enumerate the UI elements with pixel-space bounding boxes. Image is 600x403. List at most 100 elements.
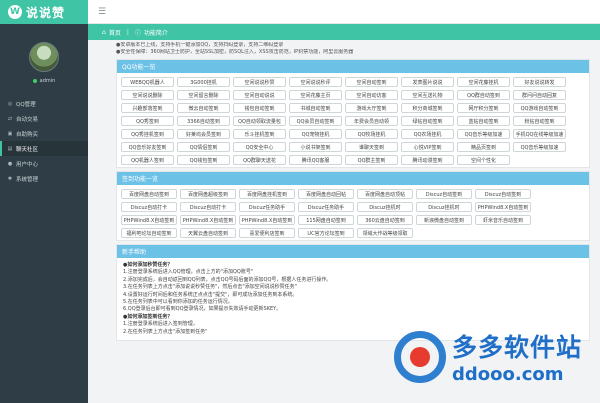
feature-button[interactable]: QQ群自动签到 (457, 90, 510, 100)
feature-button[interactable]: PHPWind8.X自动签到 (239, 215, 295, 225)
feature-button[interactable]: 百度网盘自动顶帖 (357, 189, 413, 199)
feature-button[interactable]: PHPWind8.X自动签到 (180, 215, 236, 225)
qq-feature-list: WEBQQ机器人 3G000挂机 空间说说秒赞 空间说说秒评 空间自动签到 发表图片说说空… (117, 73, 589, 167)
feature-button[interactable]: WEBQQ机器人 (121, 77, 174, 87)
feature-button[interactable]: 手机QQ在线等级加速 (513, 129, 566, 139)
feature-button[interactable]: Discuz挂机时 (416, 202, 472, 212)
feature-button[interactable]: 腾讯QQ客服 (289, 155, 342, 165)
feature-button[interactable]: 空间花藤主页 (289, 90, 342, 100)
sidebar-item-system[interactable]: ✱ 系统管理 (0, 171, 88, 186)
feature-button[interactable]: 好友说说转发 (513, 77, 566, 87)
feature-button[interactable]: QQ机器人签到 (121, 155, 174, 165)
main-content: ●安卓版本已上线，支持手机一键添加QQ，支持扫码登录，支持二维码登录 ●安全性保… (88, 40, 600, 403)
feature-button[interactable]: Discuz自动打卡 (121, 202, 177, 212)
feature-button[interactable]: 3G000挂机 (177, 77, 230, 87)
feature-button[interactable]: QQ秀挂机签到 (121, 129, 174, 139)
feature-button[interactable]: 空间留言删除 (177, 90, 230, 100)
feature-button[interactable]: 书城自动签到 (289, 103, 342, 113)
feature-button[interactable]: QQ钱包签到 (177, 155, 230, 165)
feature-button[interactable]: 兴趣部落签到 (121, 103, 174, 113)
help-panel: 新手帮助 ●如何添加秒赞任务？ 1.注册登录系统后进入QQ管理，点击上方的"添加Q… (116, 244, 590, 342)
feature-button[interactable]: Discuz自动签到 (475, 189, 531, 199)
feature-button[interactable]: PHPWind8.X自动签到 (475, 202, 531, 212)
feature-button[interactable]: 空间花藤挂机 (457, 77, 510, 87)
feature-button[interactable]: QQ安全中心 (233, 142, 286, 152)
feature-button[interactable]: 小说书架签到 (289, 142, 342, 152)
feature-button[interactable]: 百度网盘超级签到 (180, 189, 236, 199)
signin-feature-list: 百度网盘自动签到 百度网盘超级签到 百度网盘挂机签到 百度网盘自动回帖 百度网盘自动顶帖… (117, 185, 589, 240)
qq-features-panel: QQ功能一览 WEBQQ机器人 3G000挂机 空间说说秒赞 空间说说秒评 空间自动签到… (116, 59, 590, 168)
feature-button[interactable]: 空间个性化 (457, 155, 510, 165)
feature-button[interactable]: QQ自动领取流量包 (233, 116, 286, 126)
breadcrumb-home[interactable]: 首页 (109, 28, 121, 37)
feature-button[interactable]: 蓝钻自动签到 (457, 116, 510, 126)
feature-button[interactable]: Discuz自动打卡 (180, 202, 236, 212)
feature-button[interactable]: UC官方论坛签到 (298, 228, 354, 238)
feature-button[interactable]: 空间说说秒评 (289, 77, 342, 87)
sidebar-item-chat[interactable]: ▤ 聊天社区 (0, 141, 88, 156)
feature-button[interactable]: 钱包自动签到 (233, 103, 286, 113)
feature-button[interactable]: 领域大作战等级领取 (357, 228, 413, 238)
notice-text: ●安卓版本已上线，支持手机一键添加QQ，支持扫码登录，支持二维码登录 ●安全性保… (116, 42, 354, 55)
feature-button[interactable]: 虾米音乐自动签到 (475, 215, 531, 225)
feature-button[interactable]: Discuz自动签到 (416, 189, 472, 199)
feature-button[interactable]: 心悦VIP签到 (401, 142, 454, 152)
avatar[interactable] (29, 42, 59, 72)
feature-button[interactable]: Discuz挂机时 (357, 202, 413, 212)
feature-button[interactable]: 空间说说删除 (121, 90, 174, 100)
feature-button[interactable]: QQ农场挂机 (401, 129, 454, 139)
feature-button[interactable]: QQ情侣签到 (177, 142, 230, 152)
feature-button[interactable]: 空间自动访客 (345, 90, 398, 100)
sidebar-item-qq[interactable]: ◎ QQ管理 (0, 96, 88, 111)
feature-button[interactable]: QQ会员自动签到 (289, 116, 342, 126)
feature-button[interactable]: 精品页签到 (457, 142, 510, 152)
feature-button[interactable]: QQ秀签到 (121, 116, 174, 126)
feature-button[interactable]: 百度网盘自动回帖 (298, 189, 354, 199)
feature-button[interactable]: PHPWind8.X自动签到 (121, 215, 177, 225)
feature-button[interactable]: 空间互送礼物 (401, 90, 454, 100)
feature-button[interactable]: 谁聊天签到 (345, 142, 398, 152)
feature-button[interactable]: 115网盘自动签到 (298, 215, 354, 225)
sidebar-item-user-center[interactable]: ● 用户中心 (0, 156, 88, 171)
feature-button[interactable]: 空间说说秒赞 (233, 77, 286, 87)
feature-button[interactable]: Discuz任务助手 (298, 202, 354, 212)
feature-button[interactable]: QQ游戏自动签到 (513, 103, 566, 113)
feature-button[interactable]: 群问问自动回复 (513, 90, 566, 100)
feature-button[interactable]: 发表图片说说 (401, 77, 454, 87)
feature-button[interactable]: 福利吧论坛自动签到 (121, 228, 177, 238)
feature-button[interactable]: 空间自动说说 (233, 90, 286, 100)
feature-button[interactable]: 新浪微盘自动签到 (416, 215, 472, 225)
feature-button[interactable]: 积分商城签到 (401, 103, 454, 113)
feature-button[interactable]: 百度网盘自动签到 (121, 189, 177, 199)
feature-button[interactable]: 年费会员自动领 (345, 116, 398, 126)
feature-button[interactable]: QQ宠物挂机 (289, 129, 342, 139)
feature-button[interactable]: 360云盘自动签到 (357, 215, 413, 225)
feature-button[interactable]: 3366自动签到 (177, 116, 230, 126)
feature-button[interactable]: QQ牧场挂机 (345, 129, 398, 139)
app-title: 说说赞 (26, 5, 66, 20)
feature-button[interactable]: QQ音乐好友签到 (121, 142, 174, 152)
feature-button[interactable]: Discuz任务助手 (239, 202, 295, 212)
exchange-icon: ⇄ (7, 115, 13, 122)
menu-toggle-icon[interactable]: ☰ (98, 7, 106, 17)
feature-button[interactable]: QQ群主签到 (345, 155, 398, 165)
feature-button[interactable]: 好莱坞会员签到 (177, 129, 230, 139)
feature-button[interactable]: 微云自动签到 (177, 103, 230, 113)
feature-button[interactable]: 百度网盘挂机签到 (239, 189, 295, 199)
feature-button[interactable]: 粉钻自动签到 (513, 116, 566, 126)
panel-title: 新手帮助 (117, 245, 589, 258)
sidebar-item-auto-trade[interactable]: ⇄ 自动交易 (0, 111, 88, 126)
feature-button[interactable]: QQ音乐等级加速 (457, 129, 510, 139)
feature-button[interactable]: QQ音乐等级加速 (513, 142, 566, 152)
feature-button[interactable]: 喜爱便利店签到 (239, 228, 295, 238)
feature-button[interactable]: 天翼云盘自动签到 (180, 228, 236, 238)
feature-button[interactable]: 乐斗挂机签到 (233, 129, 286, 139)
sidebar-item-shop[interactable]: ▣ 自助购买 (0, 126, 88, 141)
logo-bar[interactable]: W 说说赞 (0, 0, 88, 24)
feature-button[interactable]: 游戏大厅签到 (345, 103, 398, 113)
feature-button[interactable]: 绿钻自动签到 (401, 116, 454, 126)
feature-button[interactable]: 腾讯动漫签到 (401, 155, 454, 165)
feature-button[interactable]: 网厅积分签到 (457, 103, 510, 113)
feature-button[interactable]: QQ群聊天送花 (233, 155, 286, 165)
feature-button[interactable]: 空间自动签到 (345, 77, 398, 87)
